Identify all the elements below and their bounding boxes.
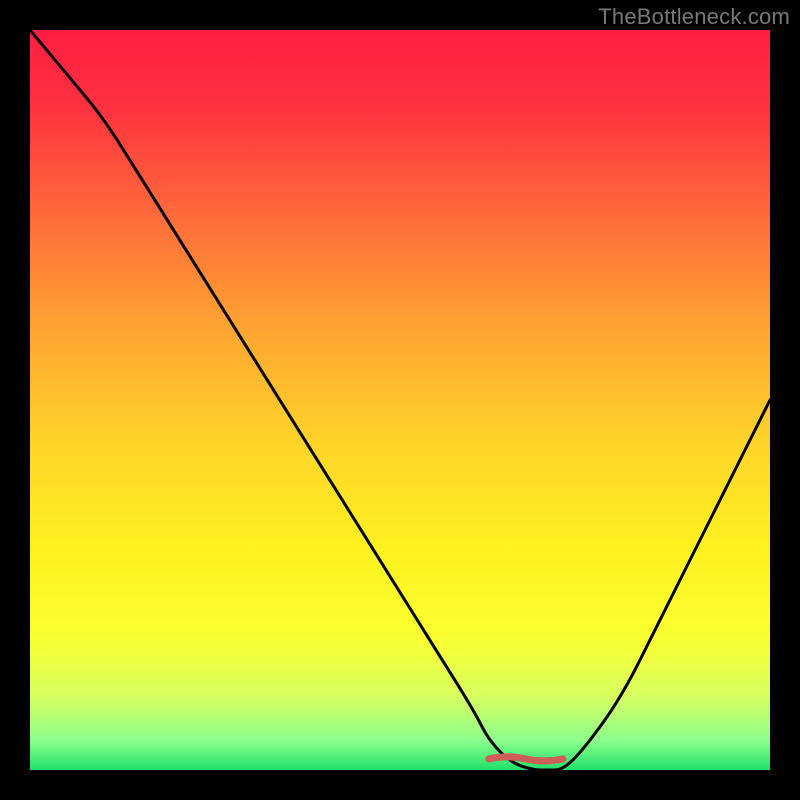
watermark-text: TheBottleneck.com [598, 4, 790, 30]
heat-gradient-background [30, 30, 770, 770]
plot-area [30, 30, 770, 770]
chart-frame: TheBottleneck.com [0, 0, 800, 800]
